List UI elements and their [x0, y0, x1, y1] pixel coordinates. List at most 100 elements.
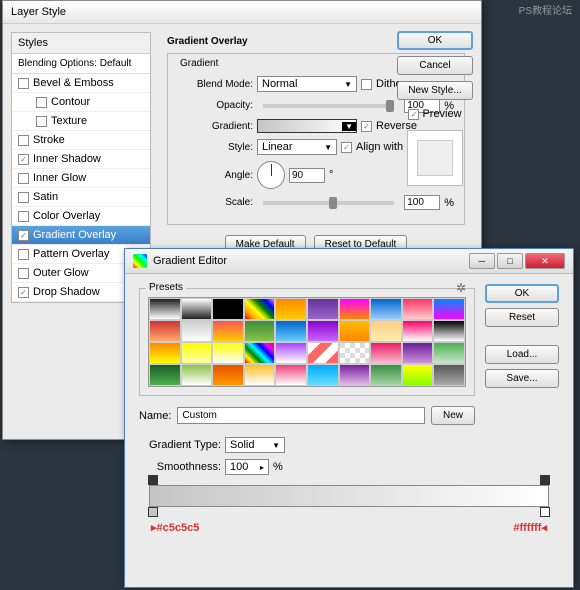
- preview-checkbox[interactable]: ✓: [408, 109, 419, 120]
- style-item-inner-glow[interactable]: Inner Glow: [12, 169, 150, 188]
- cancel-button[interactable]: Cancel: [397, 56, 473, 75]
- preset-swatch[interactable]: [181, 342, 213, 364]
- reverse-checkbox[interactable]: ✓: [361, 121, 372, 132]
- align-checkbox[interactable]: ✓: [341, 142, 352, 153]
- scale-slider[interactable]: [263, 201, 394, 205]
- opacity-stop-left[interactable]: [148, 475, 158, 485]
- style-item-inner-shadow[interactable]: ✓Inner Shadow: [12, 150, 150, 169]
- preset-swatch[interactable]: [244, 298, 276, 320]
- preset-swatch[interactable]: [212, 364, 244, 386]
- preset-swatch[interactable]: [307, 364, 339, 386]
- gradient-name-input[interactable]: [177, 407, 425, 424]
- preset-swatch[interactable]: [433, 298, 465, 320]
- style-checkbox[interactable]: ✓: [18, 287, 29, 298]
- style-item-bevel-emboss[interactable]: Bevel & Emboss: [12, 74, 150, 93]
- preset-swatch[interactable]: [275, 342, 307, 364]
- preset-swatch[interactable]: [307, 342, 339, 364]
- opacity-stop-right[interactable]: [540, 475, 550, 485]
- style-checkbox[interactable]: [36, 97, 47, 108]
- preset-swatch[interactable]: [275, 364, 307, 386]
- style-select[interactable]: Linear▼: [257, 139, 337, 155]
- style-item-texture[interactable]: Texture: [12, 112, 150, 131]
- gradient-type-select[interactable]: Solid▼: [225, 437, 285, 453]
- blend-mode-select[interactable]: Normal▼: [257, 76, 357, 92]
- opacity-slider[interactable]: [263, 104, 394, 108]
- degree-label: °: [329, 169, 333, 181]
- new-style-button[interactable]: New Style...: [397, 81, 473, 100]
- dither-checkbox[interactable]: [361, 79, 372, 90]
- preset-swatch[interactable]: [339, 320, 371, 342]
- preset-swatch[interactable]: [212, 320, 244, 342]
- opacity-label: Opacity:: [178, 100, 253, 111]
- style-checkbox[interactable]: [18, 249, 29, 260]
- preset-swatch[interactable]: [433, 342, 465, 364]
- style-item-stroke[interactable]: Stroke: [12, 131, 150, 150]
- ge-ok-button[interactable]: OK: [485, 284, 559, 303]
- preset-swatch[interactable]: [149, 342, 181, 364]
- preset-swatch[interactable]: [402, 342, 434, 364]
- smoothness-input[interactable]: 100▸: [225, 459, 269, 475]
- preset-swatch[interactable]: [212, 298, 244, 320]
- new-gradient-button[interactable]: New: [431, 406, 475, 425]
- scale-input[interactable]: [404, 195, 440, 210]
- style-checkbox[interactable]: [18, 192, 29, 203]
- style-checkbox[interactable]: [18, 211, 29, 222]
- style-checkbox[interactable]: [18, 268, 29, 279]
- preset-swatch[interactable]: [244, 364, 276, 386]
- preset-swatch[interactable]: [370, 342, 402, 364]
- ok-button[interactable]: OK: [397, 31, 473, 50]
- preset-swatch[interactable]: [244, 342, 276, 364]
- blending-options-item[interactable]: Blending Options: Default: [12, 54, 150, 74]
- styles-header[interactable]: Styles: [12, 33, 150, 54]
- preset-swatch[interactable]: [402, 364, 434, 386]
- preset-swatch[interactable]: [181, 320, 213, 342]
- scale-label: Scale:: [178, 197, 253, 208]
- maximize-button[interactable]: □: [497, 253, 523, 269]
- gradient-bar[interactable]: [149, 485, 549, 507]
- color-stop-right[interactable]: [540, 507, 550, 517]
- style-checkbox[interactable]: [18, 78, 29, 89]
- preset-swatch[interactable]: [339, 342, 371, 364]
- ge-reset-button[interactable]: Reset: [485, 308, 559, 327]
- ge-load-button[interactable]: Load...: [485, 345, 559, 364]
- color-stop-left[interactable]: [148, 507, 158, 517]
- preset-swatch[interactable]: [149, 320, 181, 342]
- preset-swatch[interactable]: [339, 364, 371, 386]
- preset-swatch[interactable]: [307, 298, 339, 320]
- style-item-contour[interactable]: Contour: [12, 93, 150, 112]
- preset-swatch[interactable]: [244, 320, 276, 342]
- style-checkbox[interactable]: ✓: [18, 154, 29, 165]
- minimize-button[interactable]: ─: [469, 253, 495, 269]
- style-label: Drop Shadow: [33, 286, 100, 298]
- preset-swatch[interactable]: [433, 364, 465, 386]
- gradient-preview[interactable]: ▼: [257, 119, 357, 133]
- style-checkbox[interactable]: [36, 116, 47, 127]
- style-checkbox[interactable]: ✓: [18, 230, 29, 241]
- preset-swatch[interactable]: [181, 298, 213, 320]
- hex-right: #ffffff◂: [513, 521, 547, 534]
- style-item-gradient-overlay[interactable]: ✓Gradient Overlay: [12, 226, 150, 245]
- preset-swatch[interactable]: [433, 320, 465, 342]
- presets-menu-icon[interactable]: ✲: [456, 281, 466, 295]
- style-checkbox[interactable]: [18, 173, 29, 184]
- angle-dial[interactable]: [257, 161, 285, 189]
- preset-swatch[interactable]: [370, 320, 402, 342]
- style-item-color-overlay[interactable]: Color Overlay: [12, 207, 150, 226]
- ge-save-button[interactable]: Save...: [485, 369, 559, 388]
- close-button[interactable]: ✕: [525, 253, 565, 269]
- preset-swatch[interactable]: [402, 320, 434, 342]
- angle-input[interactable]: [289, 168, 325, 183]
- preset-swatch[interactable]: [275, 320, 307, 342]
- style-checkbox[interactable]: [18, 135, 29, 146]
- preset-swatch[interactable]: [212, 342, 244, 364]
- preset-swatch[interactable]: [149, 298, 181, 320]
- preset-swatch[interactable]: [275, 298, 307, 320]
- preset-swatch[interactable]: [149, 364, 181, 386]
- preset-swatch[interactable]: [370, 364, 402, 386]
- preset-swatch[interactable]: [181, 364, 213, 386]
- preset-swatch[interactable]: [307, 320, 339, 342]
- preset-swatch[interactable]: [370, 298, 402, 320]
- preset-swatch[interactable]: [402, 298, 434, 320]
- style-item-satin[interactable]: Satin: [12, 188, 150, 207]
- preset-swatch[interactable]: [339, 298, 371, 320]
